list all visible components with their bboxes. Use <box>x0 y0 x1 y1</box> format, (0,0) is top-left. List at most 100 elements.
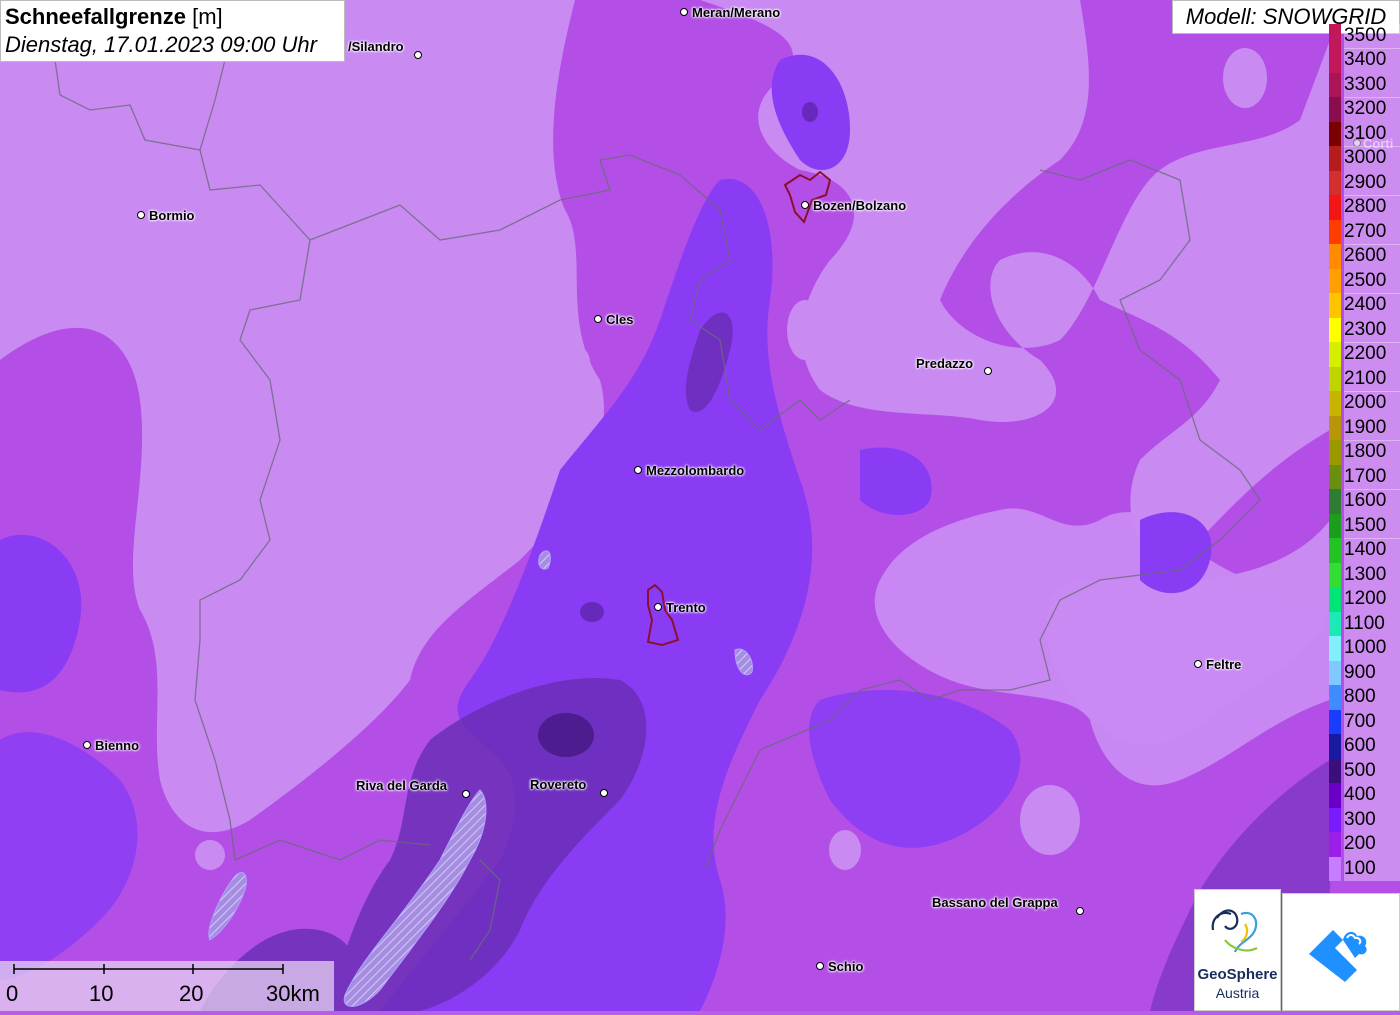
city-marker-dot <box>1194 660 1202 668</box>
legend-label: 800 <box>1344 685 1400 710</box>
legend-label: 3400 <box>1344 48 1400 74</box>
snowfall-line-map[interactable] <box>0 0 1400 1011</box>
legend-swatch <box>1329 121 1341 147</box>
title-box: Schneefallgrenze [m] Dienstag, 17.01.202… <box>0 0 345 62</box>
legend-swatch <box>1329 562 1341 588</box>
city-label: /Silandro <box>348 39 404 54</box>
legend-swatch <box>1329 342 1341 368</box>
legend-swatch <box>1329 268 1341 294</box>
legend-swatch <box>1329 464 1341 490</box>
legend-row: 1800 <box>1328 440 1400 466</box>
legend-swatch <box>1329 513 1341 539</box>
legend-label: 3500 <box>1344 24 1400 49</box>
city-label: Bassano del Grappa <box>932 895 1058 910</box>
legend-row: 200 <box>1328 832 1400 857</box>
legend-label: 3100 <box>1344 121 1400 147</box>
legend-label: 2300 <box>1344 317 1400 343</box>
legend-row: 3200 <box>1328 97 1400 123</box>
city-marker-dot <box>414 51 422 59</box>
legend-row: 1300 <box>1328 562 1400 588</box>
legend-row: 1000 <box>1328 636 1400 661</box>
city-label: Schio <box>828 959 864 974</box>
legend-label: 500 <box>1344 758 1400 784</box>
legend-label: 1500 <box>1344 513 1400 539</box>
legend-swatch <box>1329 709 1341 735</box>
city-label: Bozen/Bolzano <box>813 198 907 213</box>
city-marker-dot <box>816 962 824 970</box>
legend-row: 2600 <box>1328 244 1400 270</box>
legend-row: 300 <box>1328 807 1400 833</box>
legend-label: 1400 <box>1344 538 1400 563</box>
legend-swatch <box>1329 219 1341 245</box>
cloud-diamond-icon <box>1309 930 1367 982</box>
legend-label: 2600 <box>1344 244 1400 270</box>
city-marker-dot <box>634 466 642 474</box>
legend-label: 400 <box>1344 783 1400 808</box>
legend-swatch <box>1329 72 1341 98</box>
map-datetime: Dienstag, 17.01.2023 09:00 Uhr <box>5 32 317 57</box>
legend-row: 2300 <box>1328 317 1400 343</box>
legend-row: 2900 <box>1328 170 1400 196</box>
legend-label: 1200 <box>1344 587 1400 612</box>
legend-label: 1900 <box>1344 415 1400 441</box>
weather-service-logo[interactable] <box>1282 893 1400 1011</box>
legend-swatch <box>1329 734 1341 759</box>
city-label: Feltre <box>1206 657 1242 672</box>
legend-swatch <box>1329 636 1341 661</box>
legend-label: 2800 <box>1344 195 1400 221</box>
city-label: Mezzolombardo <box>646 463 745 478</box>
city-marker-dot <box>600 789 608 797</box>
legend-swatch <box>1329 611 1341 637</box>
scale-label-0: 0 <box>6 981 19 1006</box>
legend-row: 2100 <box>1328 366 1400 392</box>
legend-row: 2400 <box>1328 293 1400 319</box>
legend-swatch <box>1329 807 1341 833</box>
geosphere-logo-line1: GeoSphere <box>1197 966 1278 983</box>
legend-swatch <box>1329 195 1341 221</box>
legend-row: 3400 <box>1328 48 1400 74</box>
legend-label: 1300 <box>1344 562 1400 588</box>
geosphere-emblem-icon <box>1211 909 1258 953</box>
legend-row: 1200 <box>1328 587 1400 612</box>
legend-row: 1500 <box>1328 513 1400 539</box>
legend-row: 400 <box>1328 783 1400 808</box>
legend-row: 500 <box>1328 758 1400 784</box>
legend-label: 3200 <box>1344 97 1400 123</box>
legend-swatch <box>1329 758 1341 784</box>
legend-label: 900 <box>1344 660 1400 686</box>
legend-swatch <box>1329 366 1341 392</box>
legend-label: 3300 <box>1344 72 1400 98</box>
legend-label: 300 <box>1344 807 1400 833</box>
city-label: Bienno <box>95 738 140 753</box>
city-label: Meran/Merano <box>692 5 781 20</box>
city-label: Trento <box>666 600 706 615</box>
map-title: Schneefallgrenze [m] <box>5 4 223 29</box>
legend-row: 1900 <box>1328 415 1400 441</box>
city-marker-dot <box>654 603 662 611</box>
legend-row: 2500 <box>1328 268 1400 294</box>
legend-row: 2700 <box>1328 219 1400 245</box>
city-marker-dot <box>83 741 91 749</box>
legend-row: 1100 <box>1328 611 1400 637</box>
legend-label: 1600 <box>1344 489 1400 515</box>
color-legend: 3500 3400 3300 3200 3100 3000 2900 2800 2700 2600… <box>1328 24 1400 891</box>
legend-label: 2900 <box>1344 170 1400 196</box>
legend-row: 2000 <box>1328 391 1400 417</box>
scale-label-20: 20 <box>179 981 204 1006</box>
geosphere-logo-line2: Austria <box>1215 985 1260 1001</box>
legend-label: 600 <box>1344 734 1400 759</box>
legend-swatch <box>1329 146 1341 172</box>
legend-swatch <box>1329 293 1341 319</box>
city-marker-dot <box>680 8 688 16</box>
geosphere-logo[interactable]: GeoSphere Austria <box>1194 889 1281 1011</box>
scale-bar: 0 10 20 30km <box>0 961 334 1011</box>
scale-label-30km: 30km <box>266 981 320 1006</box>
legend-label: 2000 <box>1344 391 1400 417</box>
legend-swatch <box>1329 48 1341 74</box>
city-label: Bormio <box>149 208 195 223</box>
legend-label: 2700 <box>1344 219 1400 245</box>
legend-swatch <box>1329 440 1341 466</box>
legend-swatch <box>1329 685 1341 710</box>
legend-label: 2100 <box>1344 366 1400 392</box>
legend-label: 2500 <box>1344 268 1400 294</box>
